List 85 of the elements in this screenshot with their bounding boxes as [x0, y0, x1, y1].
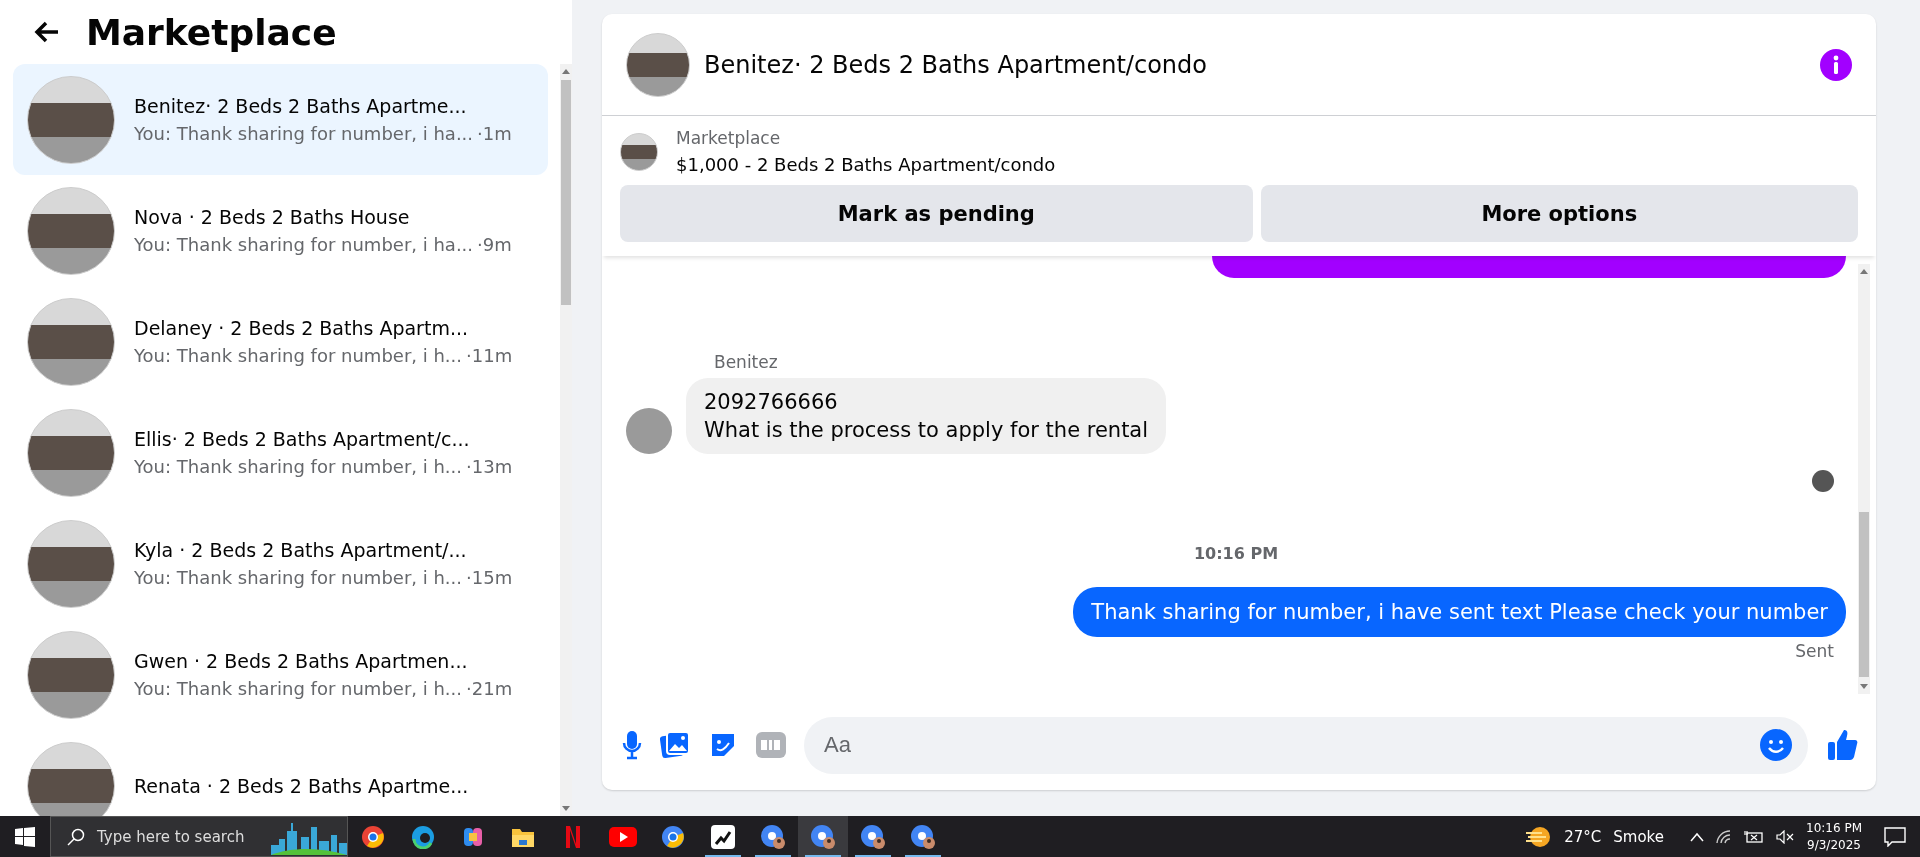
speaker-muted-icon[interactable]	[1776, 829, 1794, 844]
read-receipt-avatar	[1812, 470, 1834, 492]
conversation-title: Delaney · 2 Beds 2 Baths Apartm...	[134, 317, 469, 339]
conversation-item[interactable]: Kyla · 2 Beds 2 Baths Apartment/... You: Thank sharing for number, i h... ·15m	[13, 508, 548, 619]
browser-profile-icon	[760, 823, 786, 850]
battery-icon[interactable]	[1744, 829, 1764, 844]
browser-icon	[661, 824, 685, 849]
conversation-title: Ellis· 2 Beds 2 Baths Apartment/c...	[134, 428, 471, 450]
conversation-title: Kyla · 2 Beds 2 Baths Apartment/...	[134, 539, 468, 561]
message-preview: You: Thank sharing for number, i ha...	[134, 234, 474, 255]
message-bubble: Thank sharing for number, i have sent text Please check your number	[1073, 587, 1846, 637]
conversation-title: Gwen · 2 Beds 2 Baths Apartmen...	[134, 650, 469, 672]
message-time: ·9m	[477, 234, 512, 255]
conversation-item[interactable]: Gwen · 2 Beds 2 Baths Apartmen... You: Thank sharing for number, i h... ·21m	[13, 619, 548, 730]
message-preview: You: Thank sharing for number, i h...	[134, 567, 463, 588]
scrollbar-thumb[interactable]	[561, 80, 571, 305]
conversation-item[interactable]: Nova · 2 Beds 2 Baths House You: Thank sharing for number, i ha... ·9m	[13, 175, 548, 286]
sender-name: Benitez	[714, 352, 779, 372]
message-preview: You: Thank sharing for number, i ha...	[134, 123, 474, 144]
open-indicator	[755, 855, 791, 857]
play-icon	[609, 826, 637, 847]
search-placeholder: Type here to search	[97, 827, 246, 846]
browser-icon	[411, 824, 435, 849]
photo-icon[interactable]	[660, 730, 690, 760]
timestamp: 10:16 PM	[1193, 544, 1279, 563]
message-time: ·11m	[466, 345, 513, 366]
clock-date[interactable]: 9/3/2025	[1807, 838, 1861, 852]
clock-time[interactable]: 10:16 PM	[1806, 821, 1862, 835]
message-preview: You: Thank sharing for number, i h...	[134, 345, 463, 366]
browser-profile-icon	[860, 823, 886, 850]
microphone-icon[interactable]	[622, 730, 642, 760]
message-preview: You: Thank sharing for number, i h...	[134, 678, 463, 699]
scroll-down-icon[interactable]	[1860, 684, 1868, 690]
scroll-down-icon[interactable]	[562, 806, 570, 812]
message-field[interactable]: Aa	[804, 716, 1808, 774]
temperature: 27°C	[1564, 827, 1602, 846]
thumbs-up-icon[interactable]	[1826, 728, 1860, 762]
wifi-icon[interactable]	[1716, 829, 1732, 844]
action-button[interactable]: Mark as pending	[620, 185, 1253, 242]
conversation-title: Benitez· 2 Beds 2 Baths Apartment/condo	[704, 50, 1208, 79]
page-title: Marketplace	[86, 11, 337, 53]
photo-placeholder	[620, 132, 658, 171]
message-status: Sent	[1795, 641, 1834, 661]
taskbar-app[interactable]	[798, 816, 848, 857]
conversation-item[interactable]: Ellis· 2 Beds 2 Baths Apartment/c... You: Thank sharing for number, i h... ·13m	[13, 397, 548, 508]
listing-source: Marketplace	[676, 128, 782, 148]
chart-icon	[711, 824, 735, 849]
browser-profile-icon	[910, 823, 936, 850]
conversation-title: Nova · 2 Beds 2 Baths House	[134, 206, 411, 228]
chevron-up-icon[interactable]	[1690, 831, 1704, 842]
weather-icon[interactable]	[1524, 824, 1553, 849]
message-preview: You: Thank sharing for number, i h...	[134, 456, 463, 477]
listing-summary: $1,000 - 2 Beds 2 Baths Apartment/condo	[676, 154, 1056, 175]
scroll-up-icon[interactable]	[1860, 268, 1868, 274]
message-text: 2092766666	[704, 390, 839, 414]
message-text: What is the process to apply for the rental	[704, 418, 1149, 442]
emoji-icon[interactable]	[1760, 729, 1792, 761]
open-indicator	[805, 855, 841, 857]
scrollbar[interactable]	[1858, 264, 1870, 694]
info-icon[interactable]	[1820, 48, 1852, 81]
avatar	[626, 408, 672, 454]
browser-profile-icon	[810, 823, 836, 850]
back-arrow-icon[interactable]	[34, 21, 60, 43]
scrollbar[interactable]	[560, 64, 572, 816]
taskbar-search-field[interactable]: Type here to search	[50, 816, 348, 857]
open-indicator	[905, 855, 941, 857]
message-time: ·1m	[477, 123, 512, 144]
open-indicator	[705, 855, 741, 857]
action-button[interactable]: More options	[1260, 185, 1858, 242]
scroll-up-icon[interactable]	[562, 68, 570, 74]
conversation-title: Benitez· 2 Beds 2 Baths Apartme...	[134, 95, 468, 117]
search-icon	[67, 827, 85, 846]
weather-condition: Smoke	[1613, 827, 1664, 846]
conversation-title: Renata · 2 Beds 2 Baths Apartme...	[134, 774, 469, 797]
message-time: ·21m	[466, 678, 513, 699]
message-time: ·13m	[466, 456, 513, 477]
notification-icon[interactable]	[1884, 826, 1906, 847]
streaming-icon	[565, 824, 581, 849]
browser-icon	[361, 824, 385, 849]
message-time: ·15m	[466, 567, 513, 588]
conversation-item[interactable]: Delaney · 2 Beds 2 Baths Apartm... You: Thank sharing for number, i h... ·11m	[13, 286, 548, 397]
conversation-item[interactable]: Benitez· 2 Beds 2 Baths Apartme... You: Thank sharing for number, i ha... ·1m	[13, 64, 548, 175]
open-indicator	[855, 855, 891, 857]
message-input[interactable]: Aa	[822, 731, 1760, 759]
scrollbar-thumb[interactable]	[1859, 512, 1869, 677]
